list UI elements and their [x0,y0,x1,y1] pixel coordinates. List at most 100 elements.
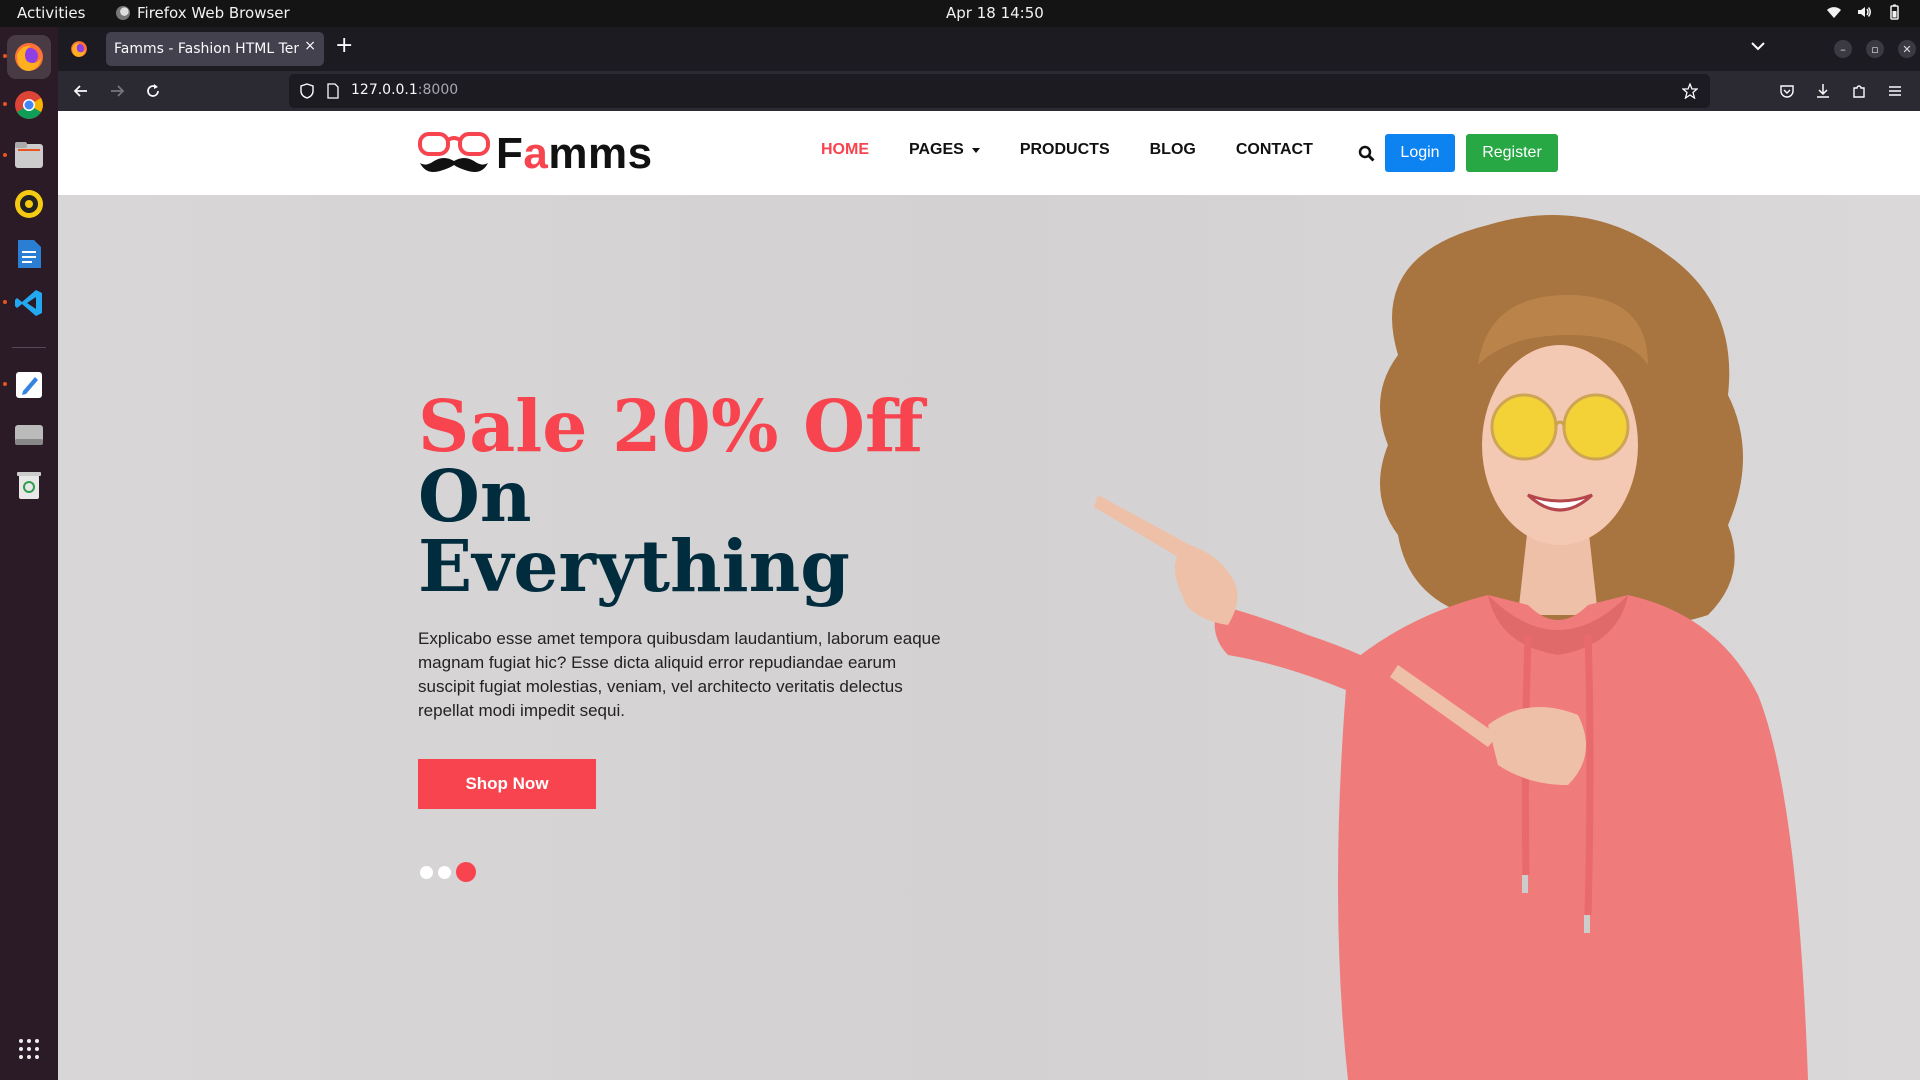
drive-icon [15,425,43,445]
nav-pages[interactable]: PAGES [909,141,980,159]
dock-text-editor[interactable] [7,363,51,407]
list-all-tabs-chevron-icon[interactable] [1748,36,1768,56]
site-logo[interactable]: Famms [418,129,653,179]
rhythmbox-icon [15,190,43,218]
minimize-window-button[interactable]: – [1834,40,1852,58]
puzzle-piece-icon [1853,85,1865,98]
dock-chrome[interactable] [7,83,51,127]
nav-contact[interactable]: CONTACT [1236,141,1313,159]
url-host: 127.0.0.1 [351,82,418,98]
dock-firefox[interactable] [7,35,51,79]
activities-button[interactable]: Activities [17,4,85,22]
forward-arrow-icon [111,85,125,97]
slider-indicators [420,862,476,882]
trash-icon [17,472,41,499]
pocket-icon [1780,85,1794,98]
back-button[interactable] [69,79,93,103]
dock-drive[interactable] [7,413,51,457]
app-grid-icon [19,1039,39,1059]
focused-app-menu[interactable]: Firefox Web Browser [116,4,290,22]
firefox-icon [15,43,43,71]
reload-button[interactable] [141,79,165,103]
hero-slider: Sale 20% Off On Everything Explicabo ess… [58,195,1920,1080]
wifi-icon [1827,7,1841,18]
logo-text-rest: mms [548,129,653,178]
url-port: :8000 [417,82,459,98]
shop-now-button[interactable]: Shop Now [418,759,596,809]
nav-pages-label: PAGES [909,141,964,158]
site-header: Famms HOME PAGES PRODUCTS BLOG CONTACT L… [58,111,1920,195]
dock-writer[interactable] [7,232,51,276]
hero-title-line3: Everything [418,524,850,608]
show-applications-button[interactable] [7,1027,51,1071]
document-icon [18,240,41,268]
url-text[interactable]: 127.0.0.1:8000 [351,82,458,98]
new-tab-button[interactable]: + [335,33,353,58]
download-icon [1817,84,1829,98]
browser-tab-active[interactable]: Famms - Fashion HTML Temp × [106,32,324,66]
vscode-icon [15,290,42,316]
tracking-protection-shield-icon[interactable] [299,83,315,99]
text-editor-icon [16,372,42,398]
login-button[interactable]: Login [1385,134,1455,172]
address-bar[interactable]: 127.0.0.1:8000 [289,74,1710,108]
navigation-toolbar: 127.0.0.1:8000 [58,71,1920,111]
hero-model-image [1094,215,1808,1080]
glasses-mustache-logo-icon [418,132,490,172]
hero-title-sale: Sale 20% Off [418,384,924,468]
logo-text-accent: a [523,129,549,178]
application-dock [0,27,58,1080]
slide-indicator-2[interactable] [438,865,451,879]
dock-separator [12,347,46,348]
search-icon[interactable] [1358,145,1375,162]
running-indicator [3,102,7,106]
firefox-view-icon[interactable] [70,40,88,58]
forward-button[interactable] [105,79,129,103]
battery-icon [1890,4,1899,20]
hamburger-menu-icon [1889,86,1901,96]
chrome-icon [15,91,43,119]
tab-close-button[interactable]: × [304,38,316,54]
tab-title: Famms - Fashion HTML Temp [114,41,299,57]
slide-indicator-1[interactable] [420,865,433,879]
slide-indicator-3-active[interactable] [456,862,476,882]
running-indicator [3,382,7,386]
system-top-bar: Activities Firefox Web Browser Apr 18 14… [0,0,1920,27]
page-info-icon[interactable] [326,83,340,99]
logo-text-main: F [496,129,524,178]
focused-app-label: Firefox Web Browser [137,4,290,22]
dropdown-caret-icon [971,147,980,153]
firefox-small-icon [116,6,130,20]
page-viewport: Famms HOME PAGES PRODUCTS BLOG CONTACT L… [58,111,1920,1080]
hero-title-line2: On [418,454,532,538]
downloads-button[interactable] [1811,79,1835,103]
files-icon [15,142,43,168]
pocket-button[interactable] [1775,79,1799,103]
nav-home[interactable]: HOME [821,141,869,159]
volume-icon [1858,7,1871,17]
restore-window-button[interactable]: ▫ [1866,40,1884,58]
close-window-button[interactable]: ✕ [1898,40,1916,58]
back-arrow-icon [73,85,87,97]
system-status-area[interactable] [1826,4,1902,20]
bookmark-star-icon[interactable] [1682,83,1698,99]
dock-vscode[interactable] [7,281,51,325]
running-indicator [3,300,7,304]
dock-trash[interactable] [7,463,51,507]
application-menu-button[interactable] [1883,79,1907,103]
hero-title: Sale 20% Off On Everything [418,384,924,608]
nav-blog[interactable]: BLOG [1150,141,1196,159]
extensions-button[interactable] [1847,79,1871,103]
register-button[interactable]: Register [1466,134,1558,172]
dock-rhythmbox[interactable] [7,182,51,226]
main-nav: HOME PAGES PRODUCTS BLOG CONTACT [821,141,1353,159]
nav-products[interactable]: PRODUCTS [1020,141,1110,159]
running-indicator [3,153,7,157]
reload-icon [147,84,159,97]
hero-description: Explicabo esse amet tempora quibusdam la… [418,629,941,720]
tab-strip: Famms - Fashion HTML Temp × + – ▫ ✕ [58,27,1920,71]
logo-wordmark: Famms [496,129,653,179]
clock[interactable]: Apr 18 14:50 [946,4,1044,22]
dock-files[interactable] [7,133,51,177]
running-indicator [3,54,7,58]
